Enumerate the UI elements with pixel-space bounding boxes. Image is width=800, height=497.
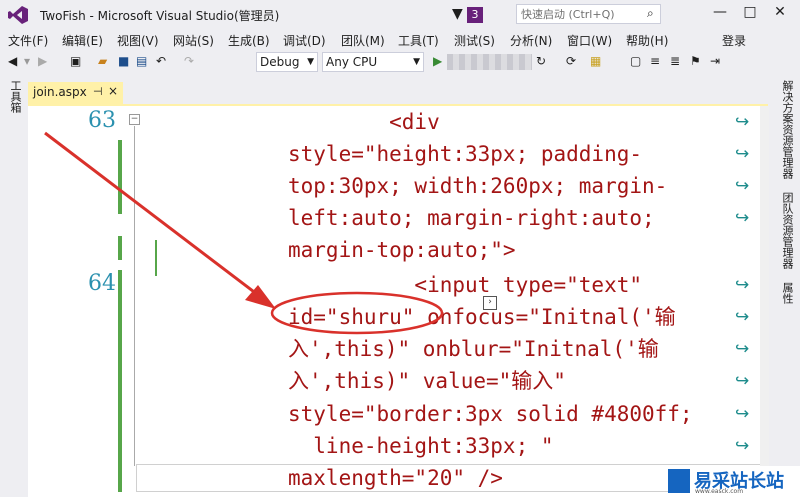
watermark: 易采站长站 www.easck.com bbox=[668, 466, 800, 497]
watermark-url: www.easck.com bbox=[695, 488, 744, 495]
annotation-arrow-line bbox=[44, 131, 263, 300]
annotation-circle bbox=[270, 291, 444, 335]
watermark-logo-icon bbox=[668, 469, 690, 493]
annotation-overlay bbox=[44, 131, 444, 335]
